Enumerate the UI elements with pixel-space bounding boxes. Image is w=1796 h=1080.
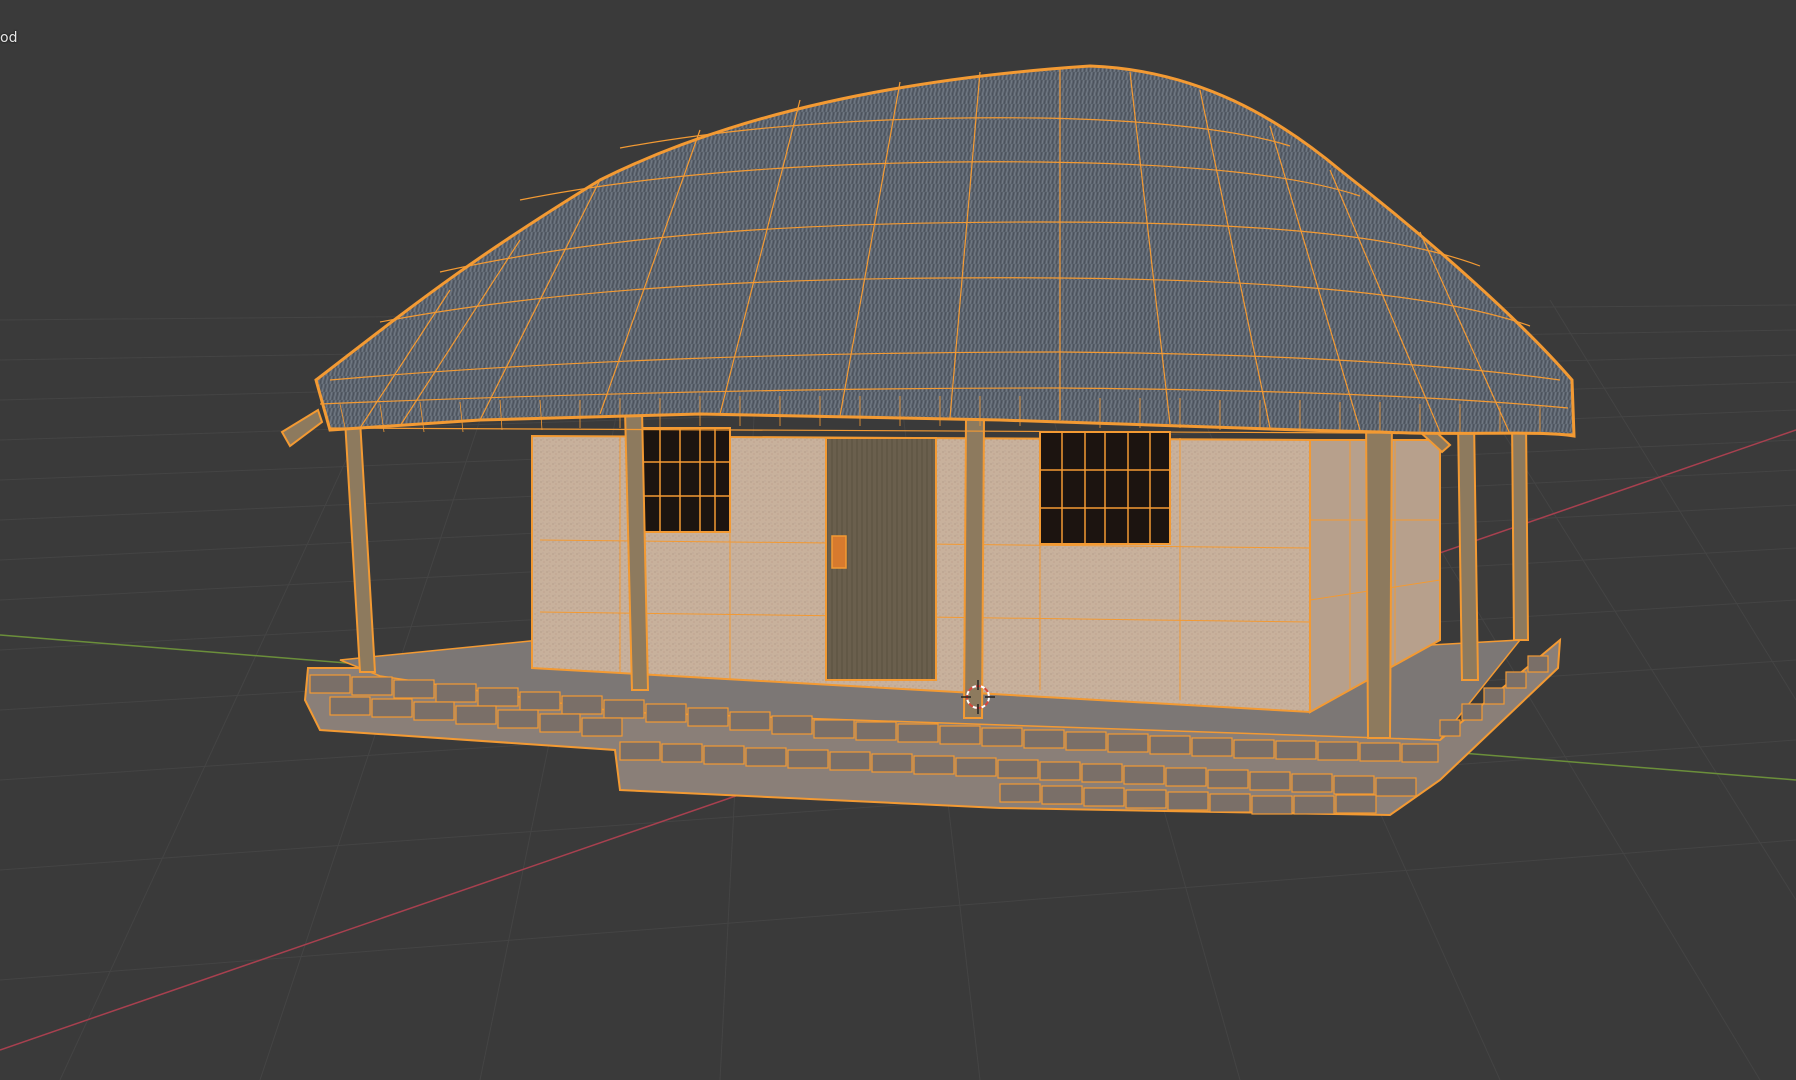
door-handle[interactable] bbox=[831, 535, 847, 569]
3d-viewport[interactable]: od bbox=[0, 0, 1796, 1080]
thatched-roof[interactable] bbox=[314, 64, 1576, 438]
viewport-mode-label: od bbox=[0, 30, 18, 46]
viewport-canvas[interactable] bbox=[0, 0, 1796, 1080]
left-window[interactable] bbox=[639, 427, 731, 533]
front-door[interactable] bbox=[825, 437, 937, 681]
house-model[interactable] bbox=[280, 64, 1576, 817]
right-window[interactable] bbox=[1039, 431, 1171, 545]
